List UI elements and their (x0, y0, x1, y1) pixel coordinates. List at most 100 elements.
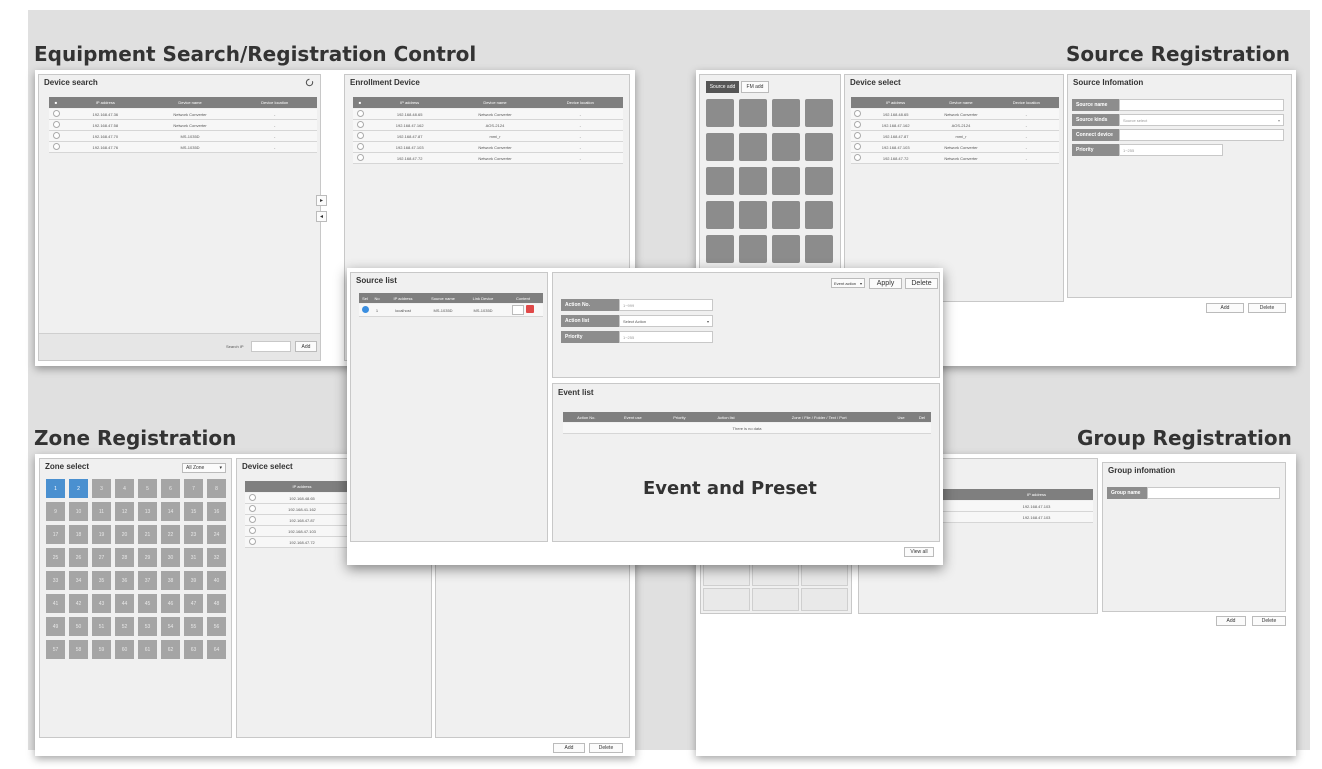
zone-tile[interactable]: 29 (138, 548, 157, 567)
row-radio[interactable] (853, 121, 861, 128)
event-action-select[interactable]: Event action ▾ (831, 278, 865, 288)
zone-tile[interactable]: 56 (207, 617, 226, 636)
source-tile[interactable] (739, 201, 767, 229)
source-kinds-select[interactable]: Source select ▾ (1119, 114, 1284, 126)
zone-tile[interactable]: 10 (69, 502, 88, 521)
zone-tile[interactable]: 63 (184, 640, 203, 659)
row-radio[interactable] (248, 538, 256, 545)
zone-tile[interactable]: 24 (207, 525, 226, 544)
select-all-checkbox[interactable]: ■ (49, 100, 63, 105)
row-radio[interactable] (248, 516, 256, 523)
zone-tile[interactable]: 45 (138, 594, 157, 613)
row-radio[interactable] (52, 143, 60, 150)
zone-tile[interactable]: 44 (115, 594, 134, 613)
table-row[interactable]: 192.168.47.103 Network Converter - (851, 142, 1059, 153)
refresh-icon[interactable] (305, 78, 314, 87)
zone-tile[interactable]: 61 (138, 640, 157, 659)
group-tile[interactable] (801, 563, 848, 586)
add-button[interactable]: Add (295, 341, 317, 352)
row-radio[interactable] (853, 132, 861, 139)
zone-tile[interactable]: 17 (46, 525, 65, 544)
source-tile[interactable] (772, 235, 800, 263)
zone-tile[interactable]: 26 (69, 548, 88, 567)
table-row[interactable]: 192.168.47.72 Network Converter - (851, 153, 1059, 164)
table-row[interactable]: 192.168.47.36 Network Converter - (49, 109, 317, 120)
row-radio-selected[interactable] (361, 306, 369, 313)
row-radio[interactable] (356, 132, 364, 139)
zone-tile[interactable]: 7 (184, 479, 203, 498)
zone-tile[interactable]: 39 (184, 571, 203, 590)
connect-device-input[interactable] (1119, 129, 1284, 141)
tab-fm-add[interactable]: FM add (741, 81, 769, 93)
zone-tile[interactable]: 60 (115, 640, 134, 659)
table-row[interactable]: 1 localhost MS-1035D MS-1035D (359, 304, 543, 317)
zone-tile[interactable]: 5 (138, 479, 157, 498)
zone-tile[interactable]: 59 (92, 640, 111, 659)
move-left-button[interactable]: ◂ (316, 211, 327, 222)
table-row[interactable]: 192.168.47.103 Network Converter - (353, 142, 623, 153)
source-tile[interactable] (706, 133, 734, 161)
zone-tile[interactable]: 6 (161, 479, 180, 498)
source-tile[interactable] (805, 133, 833, 161)
zone-tile[interactable]: 2 (69, 479, 88, 498)
zone-tile[interactable]: 30 (161, 548, 180, 567)
row-radio[interactable] (52, 121, 60, 128)
delete-button[interactable]: Delete (1252, 616, 1286, 626)
source-tile[interactable] (772, 201, 800, 229)
zone-tile[interactable]: 22 (161, 525, 180, 544)
zone-tile[interactable]: 34 (69, 571, 88, 590)
zone-tile[interactable]: 14 (161, 502, 180, 521)
zone-tile[interactable]: 41 (46, 594, 65, 613)
zone-tile[interactable]: 3 (92, 479, 111, 498)
zone-tile[interactable]: 62 (161, 640, 180, 659)
table-row[interactable]: 192.168.47.72 Network Converter - (353, 153, 623, 164)
source-tile[interactable] (706, 235, 734, 263)
row-radio[interactable] (356, 143, 364, 150)
zone-tile[interactable]: 20 (115, 525, 134, 544)
group-tile[interactable] (703, 588, 750, 611)
source-tile[interactable] (772, 133, 800, 161)
add-button[interactable]: Add (1206, 303, 1244, 313)
zone-tile[interactable]: 18 (69, 525, 88, 544)
group-tile[interactable] (703, 563, 750, 586)
zone-tile[interactable]: 25 (46, 548, 65, 567)
select-all-checkbox[interactable]: ■ (353, 100, 367, 105)
zone-tile[interactable]: 13 (138, 502, 157, 521)
zone-tile[interactable]: 33 (46, 571, 65, 590)
zone-tile[interactable]: 36 (115, 571, 134, 590)
zone-tile[interactable]: 46 (161, 594, 180, 613)
view-all-button[interactable]: View all (904, 547, 934, 557)
table-row[interactable]: 192.168.47.87 mmi_r - (353, 131, 623, 142)
delete-button[interactable]: Delete (589, 743, 623, 753)
zone-tile[interactable]: 53 (138, 617, 157, 636)
table-row[interactable]: 192.168.47.76 MS-1035D - (49, 142, 317, 153)
group-name-input[interactable] (1147, 487, 1280, 499)
row-radio[interactable] (52, 110, 60, 117)
source-tile[interactable] (805, 201, 833, 229)
zone-tile[interactable]: 50 (69, 617, 88, 636)
zone-tile[interactable]: 31 (184, 548, 203, 567)
zone-tile[interactable]: 43 (92, 594, 111, 613)
row-radio[interactable] (248, 494, 256, 501)
add-button[interactable]: Add (553, 743, 585, 753)
apply-button[interactable]: Apply (869, 278, 902, 289)
zone-tile[interactable]: 23 (184, 525, 203, 544)
zone-tile[interactable]: 49 (46, 617, 65, 636)
zone-tile[interactable]: 52 (115, 617, 134, 636)
source-tile[interactable] (772, 99, 800, 127)
source-tile[interactable] (739, 235, 767, 263)
zone-tile[interactable]: 55 (184, 617, 203, 636)
row-radio[interactable] (356, 121, 364, 128)
source-tile[interactable] (805, 167, 833, 195)
zone-tile[interactable]: 64 (207, 640, 226, 659)
zone-tile[interactable]: 9 (46, 502, 65, 521)
row-radio[interactable] (853, 143, 861, 150)
row-radio[interactable] (52, 132, 60, 139)
table-row[interactable]: 192.168.47.58 Network Converter - (49, 120, 317, 131)
zone-tile[interactable]: 27 (92, 548, 111, 567)
zone-tile[interactable]: 58 (69, 640, 88, 659)
row-radio[interactable] (356, 110, 364, 117)
delete-button[interactable]: Delete (905, 278, 938, 289)
zone-tile[interactable]: 8 (207, 479, 226, 498)
tab-source-add[interactable]: Source add (706, 81, 739, 93)
